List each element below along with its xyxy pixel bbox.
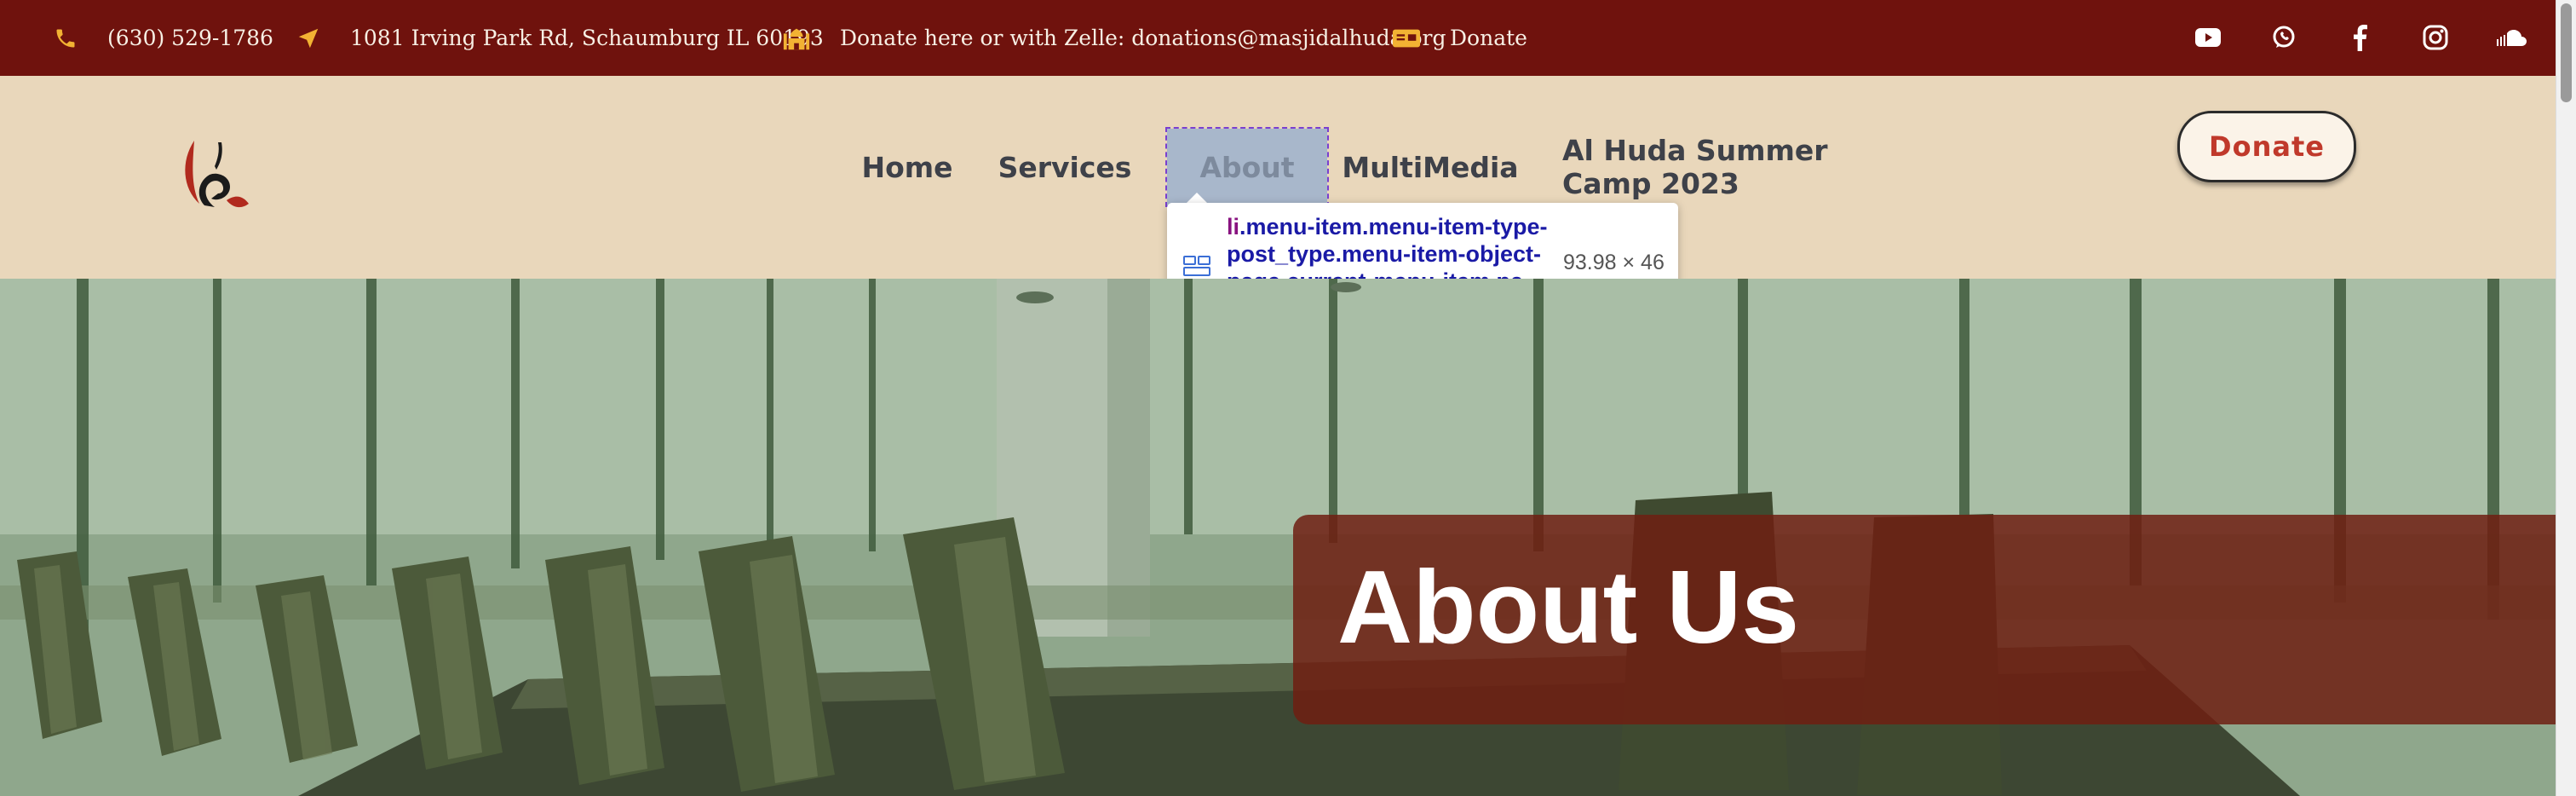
instagram-icon[interactable] — [2417, 19, 2454, 56]
donate-zelle-contact[interactable]: Donate here or with Zelle: donations@mas… — [782, 0, 1446, 76]
youtube-icon[interactable] — [2189, 19, 2227, 56]
donate-top-label: Donate — [1450, 26, 1527, 50]
scrollbar-thumb[interactable] — [2561, 3, 2572, 102]
element-size: 93.98 × 46 — [1563, 251, 1665, 274]
nav-multimedia[interactable]: MultiMedia — [1342, 129, 1518, 205]
donate-button[interactable]: Donate — [2177, 111, 2356, 182]
soundcloud-icon[interactable] — [2493, 19, 2530, 56]
hero-title: About Us — [1337, 549, 1800, 665]
mosque-icon — [782, 24, 811, 53]
hero-title-panel: About Us — [1293, 515, 2556, 724]
donate-zelle-text: Donate here or with Zelle: donations@mas… — [840, 26, 1446, 50]
top-contact-bar: (630) 529-1786 1081 Irving Park Rd, Scha… — [0, 0, 2556, 76]
facebook-icon[interactable] — [2341, 19, 2378, 56]
phone-contact[interactable]: (630) 529-1786 — [51, 0, 273, 76]
phone-number: (630) 529-1786 — [107, 26, 273, 50]
location-arrow-icon — [294, 24, 323, 53]
element-tag: li — [1227, 214, 1240, 239]
donation-card-icon — [1392, 24, 1421, 53]
nav-summer-camp[interactable]: Al Huda Summer Camp 2023 — [1562, 129, 1920, 205]
nav-services[interactable]: Services — [998, 129, 1132, 205]
address-text: 1081 Irving Park Rd, Schaumburg IL 60193 — [350, 26, 824, 50]
site-logo[interactable] — [170, 132, 256, 217]
donate-top-link[interactable]: Donate — [1392, 0, 1527, 76]
nav-home[interactable]: Home — [860, 129, 954, 205]
address-contact[interactable]: 1081 Irving Park Rd, Schaumburg IL 60193 — [294, 0, 824, 76]
phone-icon — [51, 24, 80, 53]
page-scrollbar[interactable] — [2556, 0, 2576, 796]
flex-layout-icon — [1182, 254, 1211, 278]
whatsapp-icon[interactable] — [2265, 19, 2303, 56]
hero-banner: About Us — [0, 279, 2556, 796]
